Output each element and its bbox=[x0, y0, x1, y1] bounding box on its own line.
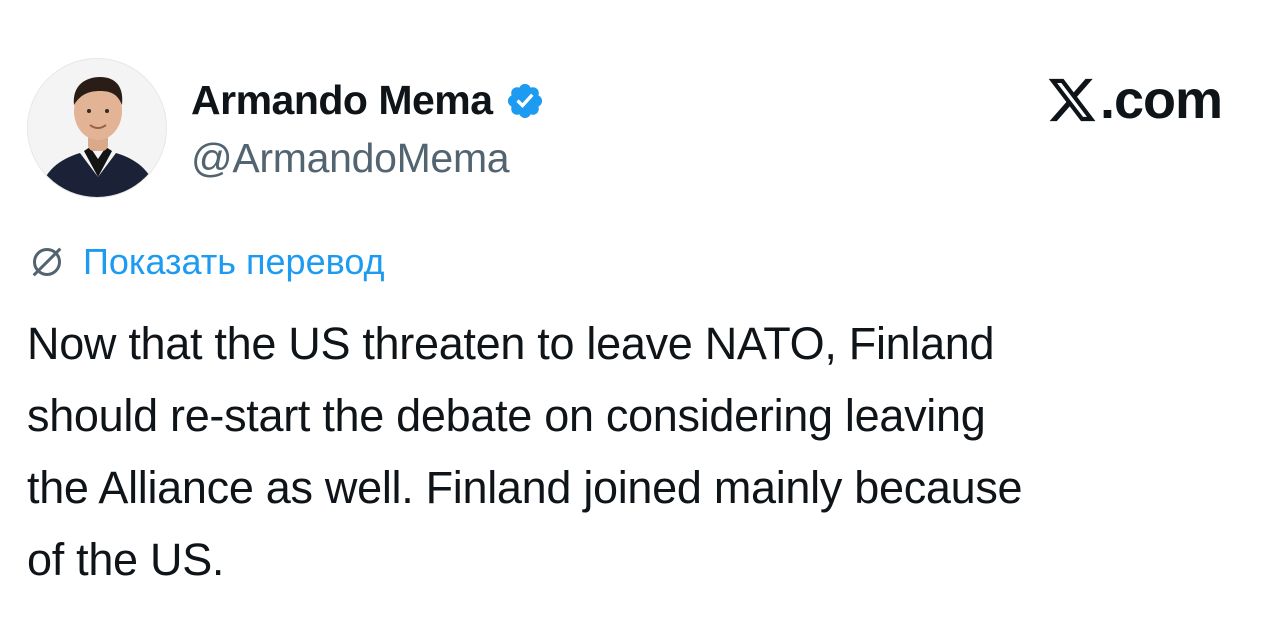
show-translation-label[interactable]: Показать перевод bbox=[83, 240, 385, 284]
author-name-row: Armando Mema bbox=[191, 76, 545, 124]
x-logo-icon bbox=[1046, 74, 1098, 126]
brand-logo: .com bbox=[1046, 70, 1223, 130]
profile-photo bbox=[28, 59, 166, 197]
avatar[interactable] bbox=[27, 58, 167, 198]
brand-suffix: .com bbox=[1099, 70, 1223, 130]
author-name[interactable]: Armando Mema bbox=[191, 76, 493, 124]
tweet-text: Now that the US threaten to leave NATO, … bbox=[27, 318, 1023, 585]
show-translation-button[interactable]: Показать перевод bbox=[27, 240, 385, 284]
globe-translate-icon bbox=[27, 242, 67, 282]
tweet-card: Armando Mema @ArmandoMema .com Показать … bbox=[0, 0, 1280, 620]
verified-badge-icon bbox=[505, 81, 545, 121]
author-handle[interactable]: @ArmandoMema bbox=[191, 134, 510, 182]
